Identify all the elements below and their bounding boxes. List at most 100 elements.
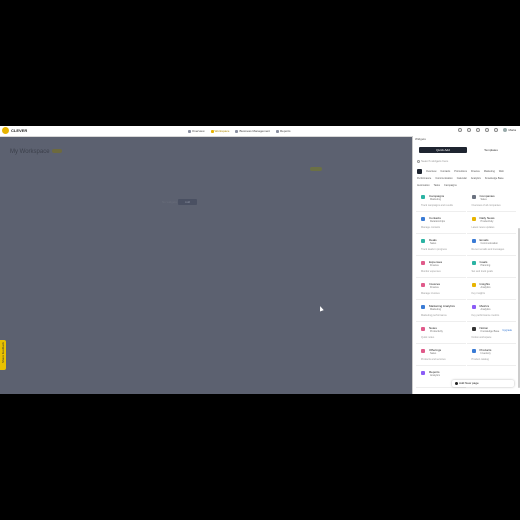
widget-icon bbox=[471, 261, 476, 265]
widget-icon bbox=[421, 283, 425, 287]
category-filters: Overview Contacts Promotions Finance Marketi… bbox=[417, 169, 519, 188]
widget-item[interactable]: Insights Analytics Key insights bbox=[466, 279, 516, 300]
nav-overview[interactable]: Overview bbox=[188, 129, 205, 133]
widget-item[interactable]: Notes Productivity Quick notes bbox=[416, 323, 466, 344]
widgets-panel: Widgets Quick Add Templates Search widge… bbox=[412, 136, 520, 394]
widget-category: Analytics bbox=[480, 286, 491, 289]
add-new-page-button[interactable]: Add New page bbox=[452, 380, 514, 387]
category-chip[interactable]: Overview bbox=[426, 169, 436, 174]
category-chip[interactable]: Tasks bbox=[434, 183, 440, 188]
widget-item[interactable]: Goals Planning Set and track goals bbox=[466, 257, 516, 278]
widget-icon bbox=[421, 327, 425, 331]
widget-icon bbox=[421, 349, 425, 353]
category-chip[interactable]: Communication bbox=[435, 176, 452, 181]
widget-description: Quick notes bbox=[421, 336, 435, 339]
logo[interactable]: CLEVER bbox=[2, 127, 27, 134]
category-chip[interactable]: Knowledge Base bbox=[485, 176, 504, 181]
category-chip[interactable]: Promotions bbox=[454, 169, 467, 174]
widget-icon bbox=[471, 239, 476, 243]
widget-icon bbox=[471, 327, 476, 331]
widget-item[interactable]: Marketing Analytics Marketing Marketing pe… bbox=[416, 301, 466, 322]
category-chip[interactable]: Finance bbox=[471, 169, 480, 174]
category-chip[interactable]: Calendar bbox=[457, 176, 467, 181]
logo-icon bbox=[2, 127, 9, 134]
widget-category: Productivity bbox=[480, 220, 494, 223]
category-chip[interactable]: Performance bbox=[417, 176, 431, 181]
widget-item[interactable]: Companies Sales Overview of all companies bbox=[466, 191, 516, 212]
widget-category: Inventory bbox=[480, 352, 491, 355]
nav-business-management[interactable]: Business Management bbox=[235, 129, 270, 133]
category-all-chip[interactable] bbox=[417, 169, 422, 174]
widget-description: Overview of all companies bbox=[471, 204, 501, 207]
category-chip[interactable]: Contacts bbox=[440, 169, 450, 174]
widget-description: Latest news updates bbox=[471, 226, 495, 229]
search-icon[interactable] bbox=[458, 128, 463, 132]
category-chip[interactable]: Automation bbox=[417, 183, 430, 188]
widget-icon bbox=[421, 305, 425, 309]
widget-description: Recent emails and messages bbox=[471, 248, 505, 251]
widget-item[interactable]: Notion Knowledge Base Notion workspace Upgr… bbox=[466, 323, 516, 344]
mouse-cursor-icon bbox=[318, 305, 324, 312]
widget-search-input[interactable]: Search widgets here bbox=[417, 159, 519, 164]
search-icon bbox=[417, 160, 420, 163]
category-chip[interactable]: Analytics bbox=[471, 176, 481, 181]
add-widget-button[interactable]: Add bbox=[178, 199, 197, 205]
widget-item[interactable]: Deals Sales Track deals in progress bbox=[416, 235, 466, 256]
category-chip[interactable]: Marketing bbox=[484, 169, 495, 174]
widget-badge: Upgrade bbox=[502, 329, 512, 332]
widget-description: Track campaigns and results bbox=[421, 204, 453, 207]
widget-description: Product catalog bbox=[471, 358, 489, 361]
widget-category: Sales bbox=[430, 352, 437, 355]
nav-reports[interactable]: Reports bbox=[276, 129, 291, 133]
nav-workspace[interactable]: Workspace bbox=[210, 129, 229, 133]
overview-icon bbox=[188, 129, 191, 133]
widget-item[interactable]: Emails Communication Recent emails and mes… bbox=[466, 235, 516, 256]
widget-icon bbox=[421, 217, 425, 221]
widget-category: Planning bbox=[480, 264, 491, 267]
widget-item[interactable]: Metrics Analytics Key performance metrics bbox=[466, 301, 516, 322]
widget-item[interactable]: Offerings Sales Products and services bbox=[416, 345, 466, 366]
feedback-tab[interactable]: Share feedback bbox=[0, 340, 6, 370]
widget-description: Marketing performance bbox=[421, 314, 447, 317]
customize-button[interactable] bbox=[310, 167, 322, 171]
widget-category: Relationships bbox=[430, 220, 446, 223]
widget-item[interactable]: Expenses Finance Monitor expenses bbox=[416, 257, 466, 278]
widget-icon bbox=[421, 239, 425, 243]
category-chip[interactable]: Campaigns bbox=[444, 183, 457, 188]
widget-category: Finance bbox=[430, 264, 439, 267]
widget-icon bbox=[471, 217, 476, 221]
page-title: My Workspace bbox=[10, 149, 62, 155]
grid-icon[interactable] bbox=[467, 128, 472, 132]
widget-description: Set and track goals bbox=[471, 270, 493, 273]
edit-pill[interactable] bbox=[51, 149, 62, 154]
widget-category: Sales bbox=[480, 198, 487, 201]
tab-quick-add[interactable]: Quick Add bbox=[419, 147, 467, 153]
panel-header: Widgets bbox=[415, 137, 426, 141]
widget-description: Key insights bbox=[471, 292, 485, 295]
widget-category: Productivity bbox=[430, 330, 443, 333]
bell-icon[interactable] bbox=[494, 128, 499, 132]
plus-icon bbox=[455, 382, 458, 385]
widget-category: Communication bbox=[480, 242, 498, 245]
widget-icon bbox=[421, 195, 425, 199]
widget-item[interactable]: Products Inventory Product catalog bbox=[466, 345, 516, 366]
settings-icon[interactable] bbox=[485, 128, 490, 132]
widget-description: Key performance metrics bbox=[471, 314, 500, 317]
widget-icon bbox=[471, 305, 476, 309]
widget-item[interactable]: Campaigns Marketing Track campaigns and re… bbox=[416, 191, 466, 212]
widget-description: Manage contacts bbox=[421, 226, 441, 229]
widget-icon bbox=[471, 349, 476, 353]
main-nav: Overview Workspace Business Management R… bbox=[188, 129, 291, 133]
widget-category: Analytics bbox=[480, 308, 491, 311]
widget-item[interactable]: Invoices Finance Manage invoices bbox=[416, 279, 466, 300]
category-chip[interactable]: Web bbox=[499, 169, 504, 174]
widget-item[interactable]: Contacts Relationships Manage contacts bbox=[416, 213, 466, 234]
widget-category: Analytics bbox=[430, 374, 441, 377]
reports-icon bbox=[276, 129, 279, 133]
tab-templates[interactable]: Templates bbox=[467, 147, 515, 153]
help-icon[interactable] bbox=[476, 128, 481, 132]
widget-list: Campaigns Marketing Track campaigns and re… bbox=[416, 191, 516, 388]
user-menu[interactable]: Maria bbox=[503, 128, 516, 132]
widget-description: Monitor expenses bbox=[421, 270, 441, 273]
widget-item[interactable]: Daily News Productivity Latest news update… bbox=[466, 213, 516, 234]
